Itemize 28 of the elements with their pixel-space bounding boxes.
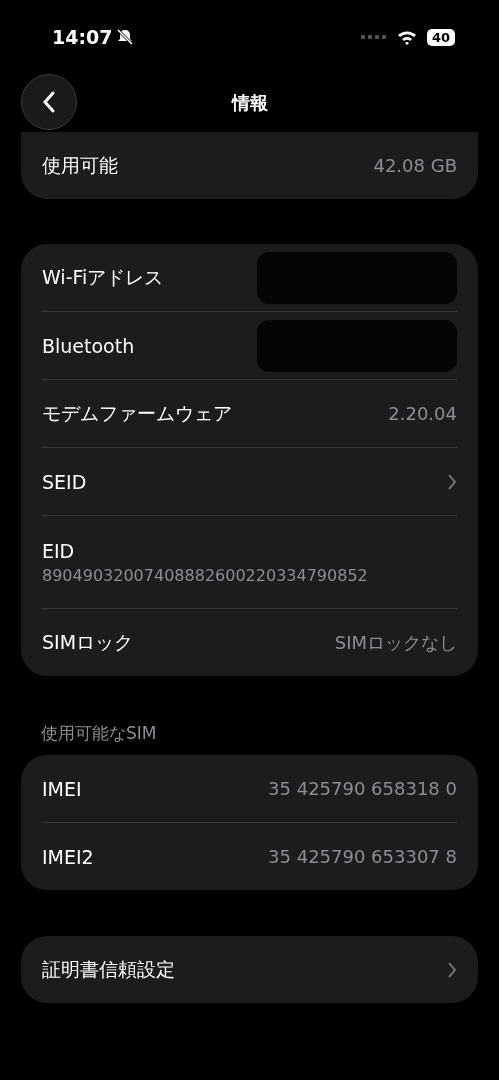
list-row[interactable]: 証明書信頼設定	[42, 936, 457, 1003]
section-header: 使用可能なSIM	[41, 722, 158, 745]
row-label: 証明書信頼設定	[42, 956, 175, 982]
row-label: IMEI2	[42, 845, 94, 868]
row-label: SIMロック	[42, 629, 134, 655]
back-button[interactable]	[21, 74, 77, 130]
row-value: 42.08 GB	[373, 155, 457, 176]
row-label: EID	[42, 539, 76, 562]
row-value: 35 425790 653307 8	[268, 846, 457, 867]
back-chevron-icon	[42, 91, 56, 113]
row-label: モデムファームウェア	[42, 400, 232, 426]
nav-title: 情報	[231, 91, 268, 115]
row-value: SIMロックなし	[334, 630, 457, 655]
status-time: 14:07	[52, 26, 113, 48]
list-row[interactable]: SEID	[42, 447, 457, 515]
row-label: Bluetooth	[42, 334, 135, 357]
battery-level: 40	[426, 28, 455, 46]
chevron-icon	[447, 473, 457, 490]
row-value: 2.20.04	[388, 403, 457, 424]
row-value: 89049032007408882600220334790852	[42, 565, 369, 585]
row-label: Wi-Fiアドレス	[42, 264, 164, 290]
wifi-icon	[396, 29, 417, 45]
chevron-icon	[447, 961, 457, 978]
row-label: IMEI	[42, 777, 82, 800]
row-label: 使用可能	[42, 152, 118, 178]
signal-dots-icon	[360, 35, 387, 39]
row-label: SEID	[42, 470, 87, 493]
row-value: 35 425790 658318 0	[268, 778, 457, 799]
